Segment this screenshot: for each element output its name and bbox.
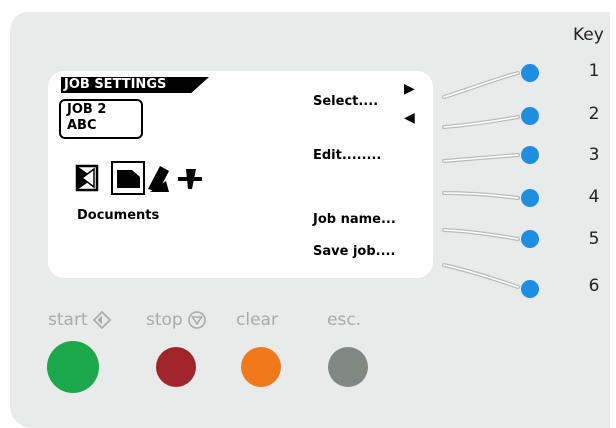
stop-label-group: stop [146,310,207,330]
esc-label: esc. [327,310,362,330]
document-selected-icon [111,161,145,195]
stop-icon [187,311,206,329]
job-label: ABC [67,118,97,133]
clear-button[interactable] [241,347,281,387]
folded-insert-icon [148,166,169,192]
softkey-2-led[interactable] [521,107,539,125]
start-label-group: start [48,310,112,330]
document-type-icons [75,161,202,195]
stop-label: stop [146,310,183,330]
menu-save-job: Save job.... [313,244,396,259]
softkey-connectors [442,71,520,289]
envelope-fly-icon [178,169,202,189]
esc-button[interactable] [328,347,368,387]
key-number-1: 1 [588,61,600,81]
menu-edit: Edit........ [313,148,382,163]
lcd-title: JOB SETTINGS [64,77,167,92]
start-label: start [48,310,88,330]
single-sheet-icon [75,164,99,192]
clear-label: clear [236,310,278,330]
arrow-left-icon: ◀ [404,110,415,126]
start-icon [92,310,111,330]
key-number-6: 6 [588,276,600,296]
key-number-2: 2 [588,104,600,124]
softkey-4-led[interactable] [521,189,539,207]
key-number-5: 5 [588,229,600,249]
menu-select: Select.... [313,94,379,109]
softkey-6-led[interactable] [521,280,539,298]
arrow-right-icon: ▶ [404,81,415,97]
key-heading: Key [573,25,604,45]
key-number-3: 3 [588,145,600,165]
job-number: JOB 2 [67,102,107,117]
key-number-4: 4 [588,187,600,207]
softkey-1-led[interactable] [521,64,539,82]
start-button[interactable] [47,341,99,393]
stop-button[interactable] [156,347,196,387]
documents-label: Documents [77,208,160,223]
softkey-3-led[interactable] [521,146,539,164]
menu-job-name: Job name... [313,212,396,227]
softkey-5-led[interactable] [521,230,539,248]
